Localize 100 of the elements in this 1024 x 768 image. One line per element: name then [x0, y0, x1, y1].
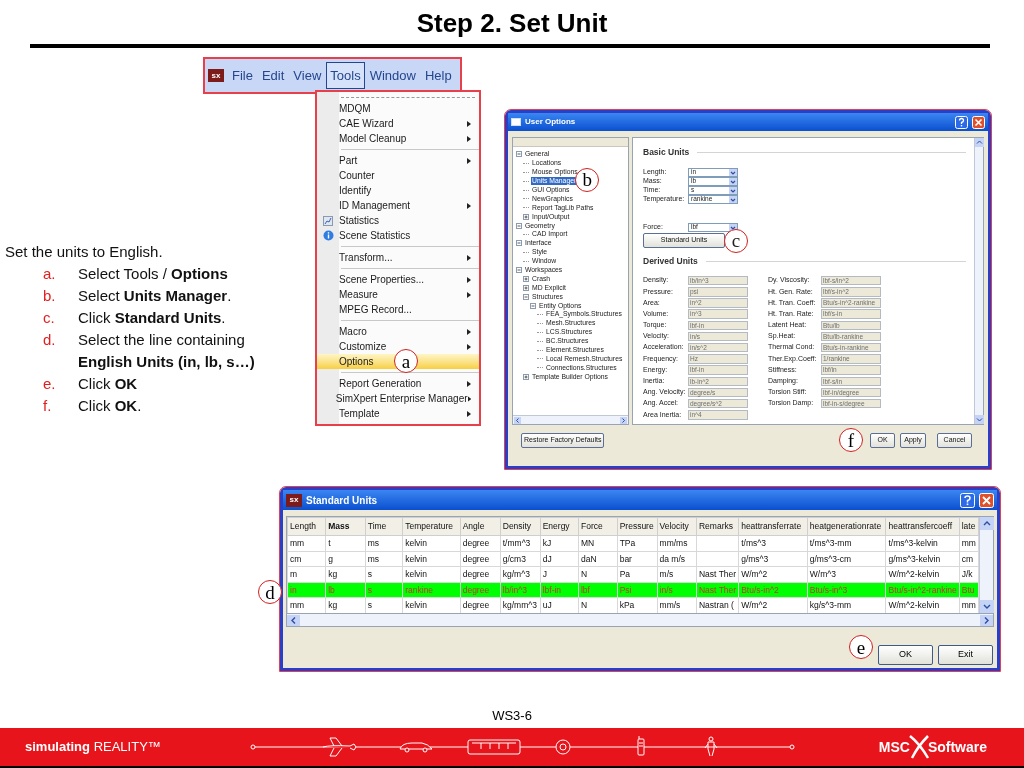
- app-logo: sx: [286, 493, 302, 507]
- collapse-icon[interactable]: [523, 293, 529, 300]
- menu-item[interactable]: Measure: [317, 287, 479, 302]
- menu-item[interactable]: Template: [317, 406, 479, 421]
- step-text: Click OK.: [78, 396, 143, 416]
- table-cell: kelvin: [402, 566, 461, 583]
- menu-item[interactable]: CAE Wizard: [317, 116, 479, 131]
- menu-item[interactable]: Part: [317, 153, 479, 168]
- column-header[interactable]: heattransferrate: [738, 517, 808, 536]
- scroll-left-icon[interactable]: [287, 614, 300, 626]
- column-header[interactable]: Temperature: [402, 517, 461, 536]
- table-row[interactable]: mm kg s kelvin degree kg/mm^3 uJ N kPa mm/s Nastran ( W/m^2 kg/s^3-mm W/m^2-kelvin mm: [287, 597, 979, 613]
- column-header[interactable]: heatgenerationrate: [807, 517, 886, 536]
- scroll-left-icon[interactable]: [514, 416, 521, 424]
- column-header[interactable]: Length: [287, 517, 326, 536]
- menu-item[interactable]: Scene Properties...: [317, 272, 479, 287]
- column-header[interactable]: Density: [500, 517, 541, 536]
- scroll-right-icon[interactable]: [620, 416, 627, 424]
- scroll-right-icon[interactable]: [980, 614, 993, 626]
- expand-icon[interactable]: [523, 213, 529, 220]
- column-header[interactable]: Remarks: [696, 517, 739, 536]
- collapse-icon[interactable]: [516, 222, 522, 229]
- button[interactable]: Exit: [938, 645, 993, 665]
- table-cell: degree: [460, 597, 501, 613]
- slide-title: Step 2. Set Unit: [416, 7, 608, 40]
- collapse-icon[interactable]: [516, 240, 522, 247]
- table-cell: lbf: [578, 582, 618, 598]
- close-button[interactable]: [972, 115, 985, 129]
- close-button[interactable]: [979, 492, 994, 508]
- button[interactable]: OK: [878, 645, 933, 665]
- table-row[interactable]: mm t ms kelvin degree t/mm^3 kJ MN TPa mm/ms t/ms^3 t/ms^3-mm t/ms^3-kelvin mm: [287, 535, 979, 552]
- table-cell: g/cm3: [500, 551, 541, 567]
- table-cell: t/mm^3: [500, 535, 541, 552]
- table-cell: g: [325, 551, 366, 567]
- table-cell: g/ms^3: [738, 551, 808, 567]
- collapse-icon[interactable]: [530, 302, 536, 309]
- column-header[interactable]: Time: [365, 517, 403, 536]
- menu-item[interactable]: MDQM: [317, 101, 479, 116]
- column-header[interactable]: heattransfercoeff: [886, 517, 960, 536]
- table-cell: t/ms^3-mm: [807, 535, 886, 552]
- table-cell: s: [365, 566, 403, 583]
- step-text: Select Units Manager.: [78, 286, 233, 306]
- column-header[interactable]: late: [959, 517, 979, 536]
- menu-item[interactable]: Window: [365, 61, 420, 90]
- expand-icon[interactable]: [523, 275, 529, 282]
- scroll-bar[interactable]: [286, 614, 994, 627]
- menu-item[interactable]: Tools: [326, 61, 365, 90]
- table-cell: m/s: [657, 566, 697, 583]
- table-cell: m: [287, 566, 326, 583]
- table-cell: t/ms^3: [738, 535, 808, 552]
- menu-item[interactable]: Model Cleanup: [317, 131, 479, 146]
- expand-icon[interactable]: [523, 373, 529, 380]
- menu-item[interactable]: Counter: [317, 168, 479, 183]
- menu-item[interactable]: Identify: [317, 183, 479, 198]
- table-cell: t: [325, 535, 366, 552]
- menu-item[interactable]: MPEG Record...: [317, 302, 479, 317]
- table-cell: ms: [365, 535, 403, 552]
- menu-item[interactable]: Macro: [317, 324, 479, 339]
- step-text: Click OK: [78, 374, 139, 394]
- callout-label: e: [849, 635, 873, 659]
- column-header[interactable]: Energy: [540, 517, 579, 536]
- column-header[interactable]: Angle: [460, 517, 501, 536]
- menu-item[interactable]: ID Management: [317, 198, 479, 213]
- logo-text: MSC: [878, 737, 910, 757]
- menu-item[interactable]: View: [289, 61, 326, 90]
- column-header[interactable]: Force: [578, 517, 618, 536]
- column-header[interactable]: Mass: [325, 517, 366, 536]
- menu-item[interactable]: File: [228, 61, 257, 90]
- table-cell: kg/mm^3: [500, 597, 541, 613]
- table-cell: W/m^2-kelvin: [886, 597, 960, 613]
- help-button[interactable]: [955, 115, 968, 129]
- table-cell: Nast Ther: [696, 582, 739, 598]
- table-row[interactable]: m kg s kelvin degree kg/m^3 J N Pa m/s Nast Ther W/m^2 W/m^3 W/m^2-kelvin J/k: [287, 566, 979, 583]
- table-cell: TPa: [617, 535, 658, 552]
- menu-item[interactable]: Statistics: [317, 213, 479, 228]
- step-marker: c.: [43, 308, 56, 328]
- scroll-bar[interactable]: [979, 517, 993, 613]
- collapse-icon[interactable]: [516, 267, 522, 273]
- scroll-bar[interactable]: [513, 415, 628, 424]
- menu-item[interactable]: Scene Statistics: [317, 228, 479, 243]
- menu-item[interactable]: Report Generation: [317, 376, 479, 391]
- scroll-up-icon[interactable]: [980, 517, 994, 530]
- menu-item[interactable]: Help: [420, 61, 456, 90]
- menu-item[interactable]: Edit: [257, 61, 289, 90]
- table-row[interactable]: cm g ms kelvin degree g/cm3 dJ daN bar da m/s g/ms^3 g/ms^3-cm g/ms^3-kelvin cm: [287, 551, 979, 567]
- table-cell: W/m^2-kelvin: [886, 566, 960, 583]
- column-header[interactable]: Pressure: [617, 517, 658, 536]
- scroll-down-icon[interactable]: [980, 600, 994, 613]
- page-number: WS3-6: [492, 707, 532, 725]
- table-cell: lbf-in: [540, 582, 579, 598]
- expand-icon[interactable]: [523, 284, 529, 291]
- column-header[interactable]: Velocity: [657, 517, 697, 536]
- table-cell: g/ms^3-kelvin: [886, 551, 960, 567]
- tagline: simulating REALITY™: [25, 738, 162, 757]
- table-cell: Btu/s-in^3: [807, 582, 886, 598]
- menu-item[interactable]: Transform...: [317, 250, 479, 265]
- table-cell: W/m^3: [807, 566, 886, 583]
- menu-item[interactable]: SimXpert Enterprise Manager: [317, 391, 479, 406]
- collapse-icon[interactable]: [516, 151, 522, 158]
- help-button[interactable]: [960, 492, 975, 508]
